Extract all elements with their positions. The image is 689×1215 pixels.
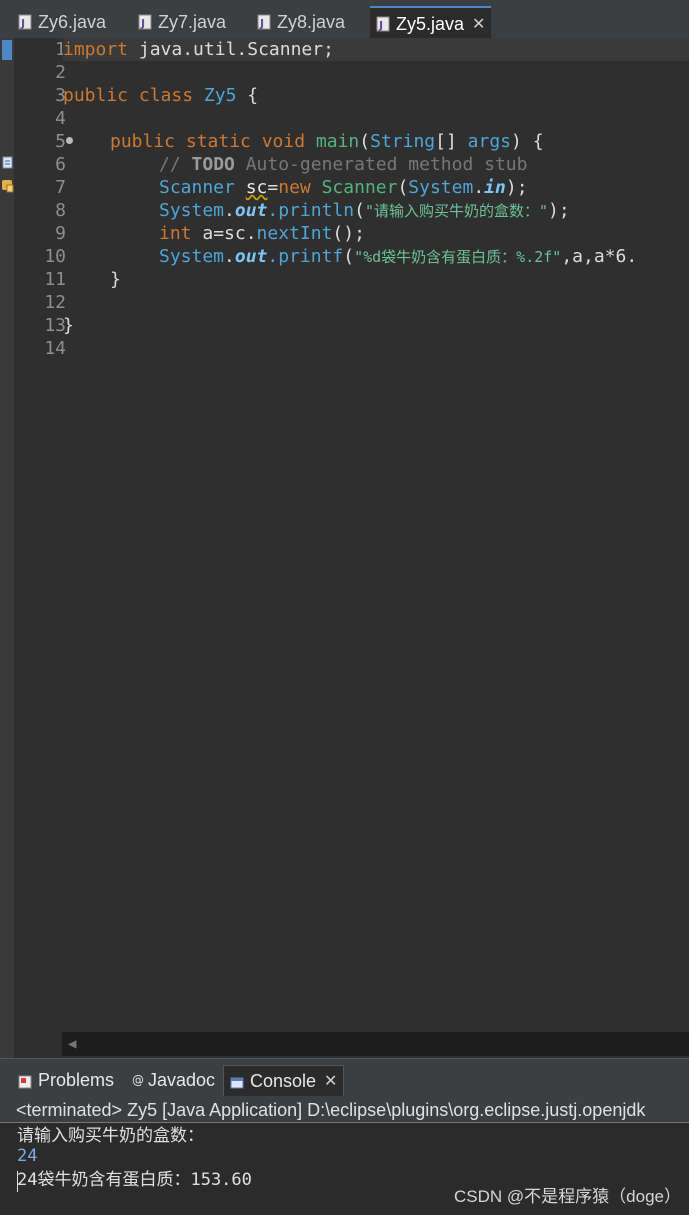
- svg-text:J: J: [140, 17, 145, 30]
- line-number: 5: [55, 131, 66, 152]
- code-line-8: System.out.println("请输入购买牛奶的盒数：");: [159, 200, 570, 221]
- tab-label: Console: [250, 1070, 317, 1091]
- editor-tab-bar: J Zy6.java J Zy7.java J Zy8.java J Zy5.j…: [0, 0, 689, 40]
- tab-label: Zy8.java: [277, 11, 346, 32]
- line-number: 6: [55, 154, 66, 175]
- console-output[interactable]: 请输入购买牛奶的盒数： 24 24袋牛奶含有蛋白质：153.60 CSDN @不…: [0, 1124, 689, 1215]
- java-file-icon: J: [376, 16, 390, 32]
- close-icon[interactable]: ✕: [324, 1071, 337, 1091]
- code-line-10: System.out.printf("%d袋牛奶含有蛋白质：%.2f",a,a*…: [159, 246, 638, 267]
- java-file-icon: J: [18, 14, 32, 30]
- tab-label: Zy5.java: [396, 13, 465, 34]
- code-line-3: public class Zy5 {: [63, 85, 259, 106]
- console-line: 请输入购买牛奶的盒数：: [17, 1126, 204, 1146]
- line-number: 9: [55, 223, 66, 244]
- fold-toggle-icon[interactable]: [66, 137, 73, 144]
- tab-problems[interactable]: Problems: [18, 1065, 114, 1095]
- code-line-6: // TODO Auto-generated method stub: [159, 154, 528, 175]
- problems-icon: [18, 1073, 32, 1089]
- tab-label: Zy7.java: [158, 11, 227, 32]
- code-line-11: }: [110, 269, 121, 290]
- line-number: 12: [44, 292, 66, 313]
- tab-zy8[interactable]: J Zy8.java: [257, 6, 345, 38]
- line-number: 14: [44, 338, 66, 359]
- console-icon: [230, 1074, 244, 1089]
- code-line-5: public static void main(String[] args) {: [110, 131, 544, 152]
- console-input-line: 24: [17, 1146, 38, 1166]
- svg-text:J: J: [378, 19, 383, 32]
- text-caret: [17, 1171, 18, 1192]
- svg-text:J: J: [20, 17, 25, 30]
- console-line: 24袋牛奶含有蛋白质：153.60: [17, 1170, 252, 1190]
- close-icon[interactable]: ✕: [472, 14, 485, 34]
- javadoc-icon: @: [132, 1073, 144, 1087]
- line-number: 10: [44, 246, 66, 267]
- console-status-header: <terminated> Zy5 [Java Application] D:\e…: [0, 1097, 689, 1123]
- tab-javadoc[interactable]: @ Javadoc: [132, 1065, 215, 1095]
- java-file-icon: J: [257, 14, 271, 30]
- line-number: 3: [55, 85, 66, 106]
- svg-text:J: J: [259, 17, 264, 30]
- horizontal-scrollbar[interactable]: ◀: [62, 1032, 689, 1056]
- scroll-left-icon[interactable]: ◀: [68, 1036, 76, 1052]
- code-editor[interactable]: 1 2 3 4 5 6 7 8 9 10 11 12 13 14 import …: [0, 38, 689, 1058]
- tab-console[interactable]: Console ✕: [223, 1065, 345, 1096]
- code-line-13: }: [63, 315, 74, 336]
- line-number: 4: [55, 108, 66, 129]
- code-line-9: int a=sc.nextInt();: [159, 223, 365, 244]
- java-file-icon: J: [138, 14, 152, 30]
- line-number: 2: [55, 62, 66, 83]
- line-number: 1: [55, 39, 66, 60]
- current-line-marker: [2, 40, 12, 60]
- watermark: CSDN @不是程序猿（doge）: [454, 1187, 681, 1206]
- task-marker-icon[interactable]: [2, 155, 13, 169]
- line-number: 7: [55, 177, 66, 198]
- code-line-7: Scanner sc=new Scanner(System.in);: [159, 177, 528, 198]
- code-line-1: import java.util.Scanner;: [63, 38, 689, 61]
- line-number: 8: [55, 200, 66, 221]
- warning-marker-icon[interactable]: [2, 178, 14, 193]
- tab-label: Problems: [38, 1069, 115, 1090]
- line-number-gutter: 1 2 3 4 5 6 7 8 9 10 11 12 13 14: [14, 38, 73, 1058]
- line-number: 11: [44, 269, 66, 290]
- line-number: 13: [44, 315, 66, 336]
- tab-label: Javadoc: [148, 1069, 216, 1090]
- tab-label: Zy6.java: [38, 11, 107, 32]
- annotation-ruler: [0, 38, 14, 1058]
- tab-zy7[interactable]: J Zy7.java: [138, 6, 226, 38]
- tab-zy6[interactable]: J Zy6.java: [18, 6, 106, 38]
- bottom-panel-tabs: Problems @ Javadoc Console ✕: [0, 1058, 689, 1097]
- tab-zy5[interactable]: J Zy5.java ✕: [370, 6, 492, 40]
